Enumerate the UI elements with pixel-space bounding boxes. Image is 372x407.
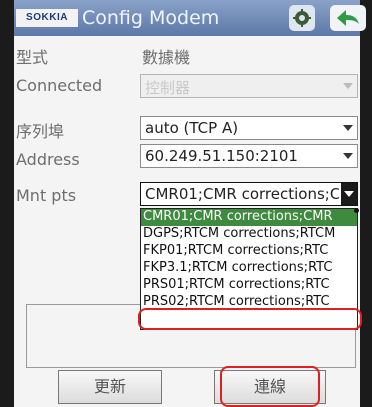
chevron-down-icon (343, 153, 353, 159)
mntpts-select[interactable]: CMR01;CMR corrections;CI (140, 182, 358, 206)
settings-button[interactable] (289, 5, 315, 31)
highlight-circle (138, 308, 362, 330)
dropdown-toggle[interactable] (341, 183, 357, 205)
port-select[interactable]: auto (TCP A) (140, 116, 358, 140)
address-label: Address (16, 150, 80, 169)
connected-select: 控制器 (140, 74, 358, 98)
type-label: 型式 (16, 48, 49, 67)
chevron-down-icon (344, 191, 354, 197)
mntpts-label: Mnt pts (16, 186, 77, 205)
config-form: 型式 數據機 Connected 控制器 序列埠 auto (TCP A) Ad… (14, 36, 362, 407)
title-bar: SOKKIA Config Modem (14, 0, 366, 36)
address-select[interactable]: 60.249.51.150:2101 (140, 144, 358, 168)
connected-value: 控制器 (145, 79, 191, 97)
sokkia-logo: SOKKIA (16, 9, 78, 27)
connected-label: Connected (16, 76, 103, 95)
mntpts-value: CMR01;CMR corrections;CI (145, 185, 339, 203)
port-label: 序列埠 (16, 122, 65, 141)
list-item[interactable]: CMR01;CMR corrections;CMR (141, 209, 357, 226)
scroll-dot (354, 208, 359, 213)
brand-text: SOKKIA (26, 12, 68, 23)
type-value: 數據機 (142, 48, 191, 67)
refresh-button[interactable]: 更新 (58, 370, 162, 404)
list-item[interactable]: FKP01;RTCM corrections;RTC (141, 243, 357, 260)
connect-highlight-circle (220, 366, 320, 407)
window-title: Config Modem (82, 7, 220, 29)
list-item[interactable]: FKP3.1;RTCM corrections;RTC (141, 260, 357, 277)
port-value: auto (TCP A) (145, 119, 239, 137)
list-item[interactable]: DGPS;RTCM corrections;RTCM (141, 226, 357, 243)
chevron-down-icon (343, 83, 353, 89)
list-item[interactable]: PRS01;RTCM corrections;RTC (141, 277, 357, 294)
back-arrow-icon (337, 10, 359, 26)
settings-icon (293, 9, 311, 27)
address-value: 60.249.51.150:2101 (145, 147, 298, 165)
chevron-down-icon (343, 125, 353, 131)
back-button[interactable] (330, 5, 366, 31)
